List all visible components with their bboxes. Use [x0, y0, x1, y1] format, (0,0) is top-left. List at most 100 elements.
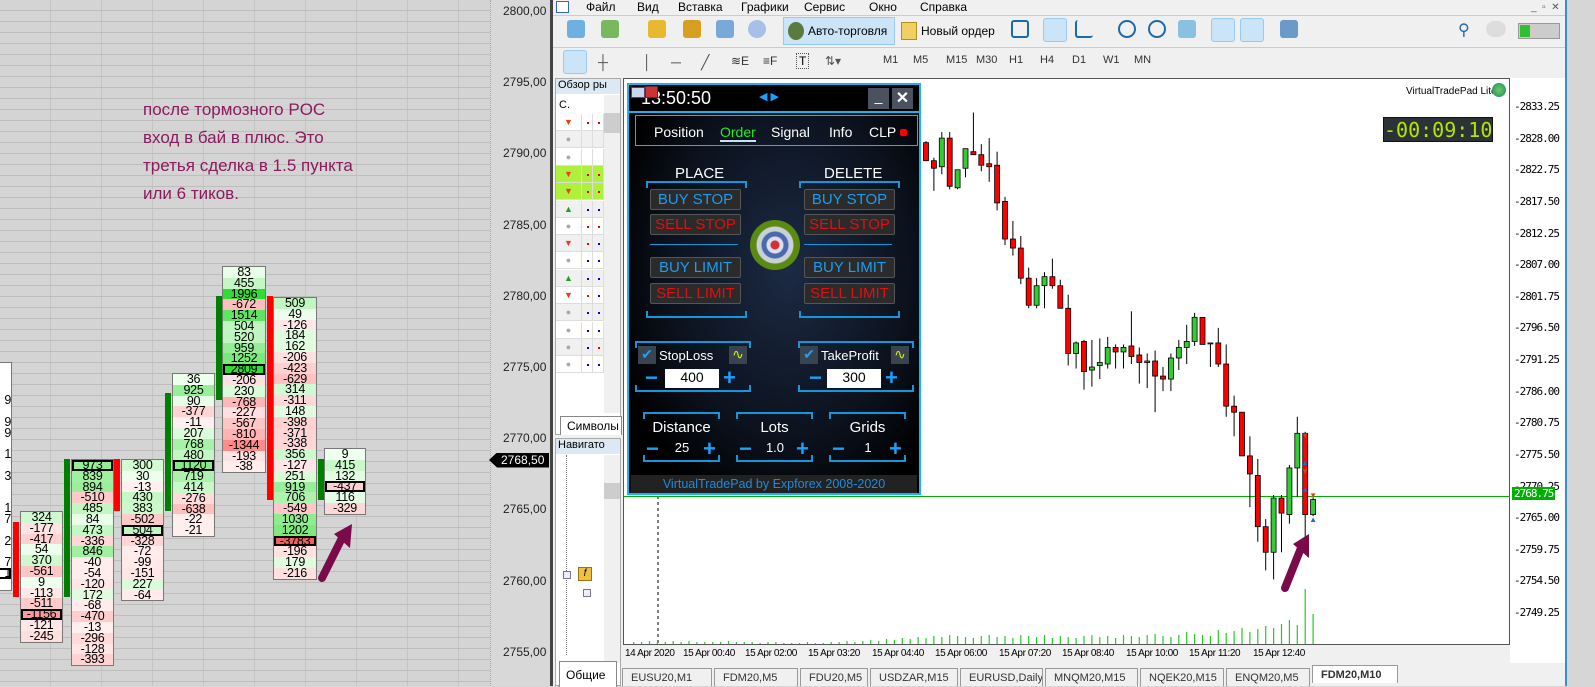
table-icon[interactable]: [631, 87, 645, 98]
takeprofit-plus-button[interactable]: +: [885, 367, 898, 389]
auto-trading-button[interactable]: Авто-торговля: [783, 17, 895, 45]
market-watch-row[interactable]: ▼: [556, 114, 604, 131]
chart-tab[interactable]: EURUSD,Daily: [960, 668, 1043, 686]
menu-item-4[interactable]: Сервис: [804, 0, 845, 15]
timeframe-m5[interactable]: M5: [913, 54, 928, 66]
market-watch-row[interactable]: ●: [556, 148, 604, 166]
market-watch-row[interactable]: ●: [556, 131, 604, 149]
vtp-title-bar[interactable]: 13:50:50 ◀ ▶ _ ✕: [629, 85, 919, 113]
crosshair-icon[interactable]: ┼: [598, 54, 608, 70]
target-icon[interactable]: [750, 220, 800, 270]
tab-signal[interactable]: Signal: [771, 124, 810, 140]
lots-minus-button[interactable]: −: [739, 438, 752, 460]
line-chart-icon[interactable]: [1075, 20, 1093, 38]
stoploss-minus-button[interactable]: −: [645, 367, 658, 389]
candlestick-chart-icon[interactable]: [1043, 18, 1067, 42]
stoploss-plus-button[interactable]: +: [723, 367, 736, 389]
lots-input[interactable]: 1.0: [760, 440, 790, 455]
terminal-icon[interactable]: [716, 20, 734, 38]
stoploss-input[interactable]: 400: [665, 369, 719, 388]
chat-icon[interactable]: [1486, 21, 1506, 37]
timeframe-mn[interactable]: MN: [1134, 54, 1151, 66]
market-watch-row[interactable]: ▲: [556, 200, 604, 218]
market-watch-row[interactable]: ▼: [556, 183, 604, 201]
menu-item-0[interactable]: Файл: [586, 0, 616, 15]
chart-tab[interactable]: FDM20,M5: [714, 668, 798, 686]
delete-sell-limit-button[interactable]: SELL LIMIT: [804, 283, 895, 304]
window-controls[interactable]: _ ▫ ✕: [1531, 2, 1560, 13]
lots-plus-button[interactable]: +: [796, 438, 809, 460]
grids-input[interactable]: 1: [853, 440, 883, 455]
menu-item-2[interactable]: Вставка: [678, 0, 723, 15]
vtp-indicator-icon[interactable]: [1492, 83, 1506, 97]
navigator-scrollbar[interactable]: [604, 455, 620, 663]
fibonacci-icon[interactable]: ≡F: [763, 54, 777, 68]
tab-symbols[interactable]: Символы: [560, 416, 622, 435]
timeframe-m1[interactable]: M1: [883, 54, 898, 66]
navigator-icon[interactable]: [683, 20, 701, 38]
takeprofit-checkbox[interactable]: ✔: [800, 346, 818, 364]
tile-windows-icon[interactable]: [1178, 20, 1196, 38]
signals-icon[interactable]: [748, 20, 766, 38]
save-icon[interactable]: [645, 86, 658, 98]
new-chart-icon[interactable]: [567, 20, 585, 38]
minimize-button[interactable]: _: [868, 88, 889, 109]
market-watch-row[interactable]: ▼: [556, 235, 604, 253]
tab-position[interactable]: Position: [654, 124, 704, 140]
takeprofit-input[interactable]: 300: [827, 369, 881, 388]
horizontal-line-icon[interactable]: ─: [671, 54, 681, 70]
market-watch-row[interactable]: ●: [556, 338, 604, 356]
delete-buy-limit-button[interactable]: BUY LIMIT: [804, 257, 895, 278]
grids-plus-button[interactable]: +: [889, 438, 902, 460]
tab-order[interactable]: Order: [720, 124, 756, 142]
market-watch-row[interactable]: ●: [556, 217, 604, 235]
chart-shift-icon[interactable]: [1211, 18, 1235, 42]
chart-tab[interactable]: USDZAR,M15: [870, 668, 958, 686]
auto-scroll-icon[interactable]: [1240, 18, 1264, 42]
equidistant-channel-icon[interactable]: ≋E: [731, 54, 749, 68]
grids-minus-button[interactable]: −: [832, 438, 845, 460]
delete-sell-stop-button[interactable]: SELL STOP: [804, 214, 895, 235]
tab-clp[interactable]: CLP: [869, 124, 896, 140]
expert-advisors-icon[interactable]: f: [578, 567, 592, 581]
timeframe-h4[interactable]: H4: [1040, 54, 1054, 66]
market-watch-row[interactable]: ●: [556, 304, 604, 322]
delete-buy-stop-button[interactable]: BUY STOP: [804, 189, 895, 210]
vertical-line-icon[interactable]: │: [643, 54, 652, 70]
chart-tab[interactable]: FDU20,M5: [800, 668, 868, 686]
market-watch-row[interactable]: ▼: [556, 165, 604, 183]
takeprofit-minus-button[interactable]: −: [809, 367, 822, 389]
timeframe-h1[interactable]: H1: [1009, 54, 1023, 66]
chart-tab[interactable]: EUSU20,M1: [622, 668, 712, 686]
timeframe-m30[interactable]: M30: [976, 54, 997, 66]
timeframe-d1[interactable]: D1: [1072, 54, 1086, 66]
profiles-icon[interactable]: [601, 20, 619, 38]
market-watch-scrollbar[interactable]: [604, 95, 620, 413]
distance-minus-button[interactable]: −: [646, 438, 659, 460]
timeframe-w1[interactable]: W1: [1103, 54, 1120, 66]
place-sell-stop-button[interactable]: SELL STOP: [650, 214, 741, 235]
tab-info[interactable]: Info: [829, 124, 852, 140]
cursor-icon[interactable]: [563, 50, 587, 74]
new-order-button[interactable]: Новый ордер: [898, 17, 998, 45]
market-watch-row[interactable]: ▼: [556, 287, 604, 304]
chart-tab[interactable]: ENQM20,M5: [1226, 668, 1310, 686]
templates-icon[interactable]: [1280, 20, 1298, 38]
symbol-column-header[interactable]: С.: [559, 99, 570, 111]
menu-item-3[interactable]: Графики: [741, 0, 789, 15]
zoom-out-icon[interactable]: [1148, 20, 1166, 38]
market-watch-row[interactable]: ●: [556, 252, 604, 270]
distance-plus-button[interactable]: +: [703, 438, 716, 460]
stoploss-trailing-icon[interactable]: ∿: [729, 346, 747, 364]
chart-tab[interactable]: FDM20,M10: [1312, 665, 1398, 683]
stoploss-checkbox[interactable]: ✔: [638, 346, 656, 364]
zoom-in-icon[interactable]: [1118, 20, 1136, 38]
market-watch-icon[interactable]: [648, 20, 666, 38]
menu-item-1[interactable]: Вид: [637, 0, 659, 15]
menu-item-6[interactable]: Справка: [920, 0, 967, 15]
tree-collapse-icon[interactable]: [563, 571, 571, 579]
market-watch-row[interactable]: ●: [556, 321, 604, 339]
tree-collapse-icon[interactable]: [583, 589, 591, 597]
chart-tab[interactable]: NQEK20,M15: [1140, 668, 1224, 686]
menu-item-5[interactable]: Окно: [869, 0, 897, 15]
